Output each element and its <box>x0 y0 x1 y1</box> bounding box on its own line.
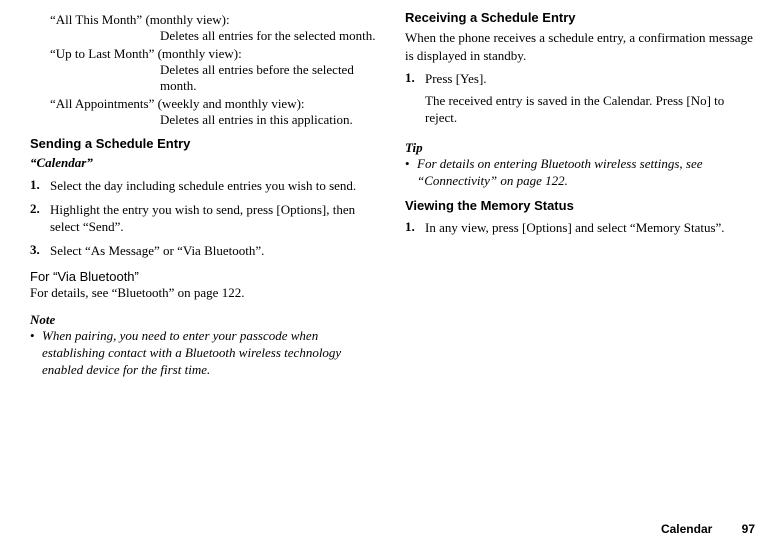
term-all-appointments-desc: Deletes all entries in this application. <box>160 112 378 128</box>
step-number: 1. <box>405 219 425 237</box>
footer-page-number: 97 <box>742 522 755 536</box>
memory-step-1: 1. In any view, press [Options] and sele… <box>405 219 753 237</box>
tip-bullet: • For details on entering Bluetooth wire… <box>405 156 753 190</box>
sending-schedule-heading: Sending a Schedule Entry <box>30 136 378 151</box>
bullet-dot-icon: • <box>30 328 42 379</box>
step-text: Press [Yes]. <box>425 70 753 88</box>
term-all-this-month: “All This Month” (monthly view): <box>50 12 378 28</box>
tip-heading: Tip <box>405 140 753 156</box>
footer-section-label: Calendar <box>661 522 712 536</box>
bullet-dot-icon: • <box>405 156 417 190</box>
page: “All This Month” (monthly view): Deletes… <box>0 0 783 548</box>
step-text: Highlight the entry you wish to send, pr… <box>50 201 378 236</box>
page-footer: Calendar 97 <box>661 522 755 536</box>
term-up-to-last-month-desc: Deletes all entries before the selected … <box>160 62 378 94</box>
sending-step-3: 3. Select “As Message” or “Via Bluetooth… <box>30 242 378 260</box>
step-number: 1. <box>30 177 50 195</box>
step-number: 1. <box>405 70 425 88</box>
term-all-appointments: “All Appointments” (weekly and monthly v… <box>50 96 378 112</box>
term-up-to-last-month: “Up to Last Month” (monthly view): <box>50 46 378 62</box>
right-column: Receiving a Schedule Entry When the phon… <box>405 10 753 236</box>
sending-step-1: 1. Select the day including schedule ent… <box>30 177 378 195</box>
receiving-step-1: 1. Press [Yes]. <box>405 70 753 88</box>
step-text: Select “As Message” or “Via Bluetooth”. <box>50 242 378 260</box>
step-text: In any view, press [Options] and select … <box>425 219 753 237</box>
receiving-body: When the phone receives a schedule entry… <box>405 29 753 64</box>
term-all-this-month-desc: Deletes all entries for the selected mon… <box>160 28 378 44</box>
tip-bullet-text: For details on entering Bluetooth wirele… <box>417 156 753 190</box>
via-bluetooth-subhead: For “Via Bluetooth” <box>30 269 378 284</box>
memory-status-heading: Viewing the Memory Status <box>405 198 753 213</box>
calendar-context: “Calendar” <box>30 155 378 171</box>
step-text: Select the day including schedule entrie… <box>50 177 378 195</box>
note-heading: Note <box>30 312 378 328</box>
step-number: 2. <box>30 201 50 236</box>
note-bullet: • When pairing, you need to enter your p… <box>30 328 378 379</box>
via-bluetooth-body: For details, see “Bluetooth” on page 122… <box>30 284 378 302</box>
receiving-schedule-heading: Receiving a Schedule Entry <box>405 10 753 25</box>
sending-step-2: 2. Highlight the entry you wish to send,… <box>30 201 378 236</box>
left-column: “All This Month” (monthly view): Deletes… <box>30 10 378 378</box>
step-number: 3. <box>30 242 50 260</box>
note-bullet-text: When pairing, you need to enter your pas… <box>42 328 378 379</box>
receiving-step-1-sub: The received entry is saved in the Calen… <box>425 92 753 127</box>
